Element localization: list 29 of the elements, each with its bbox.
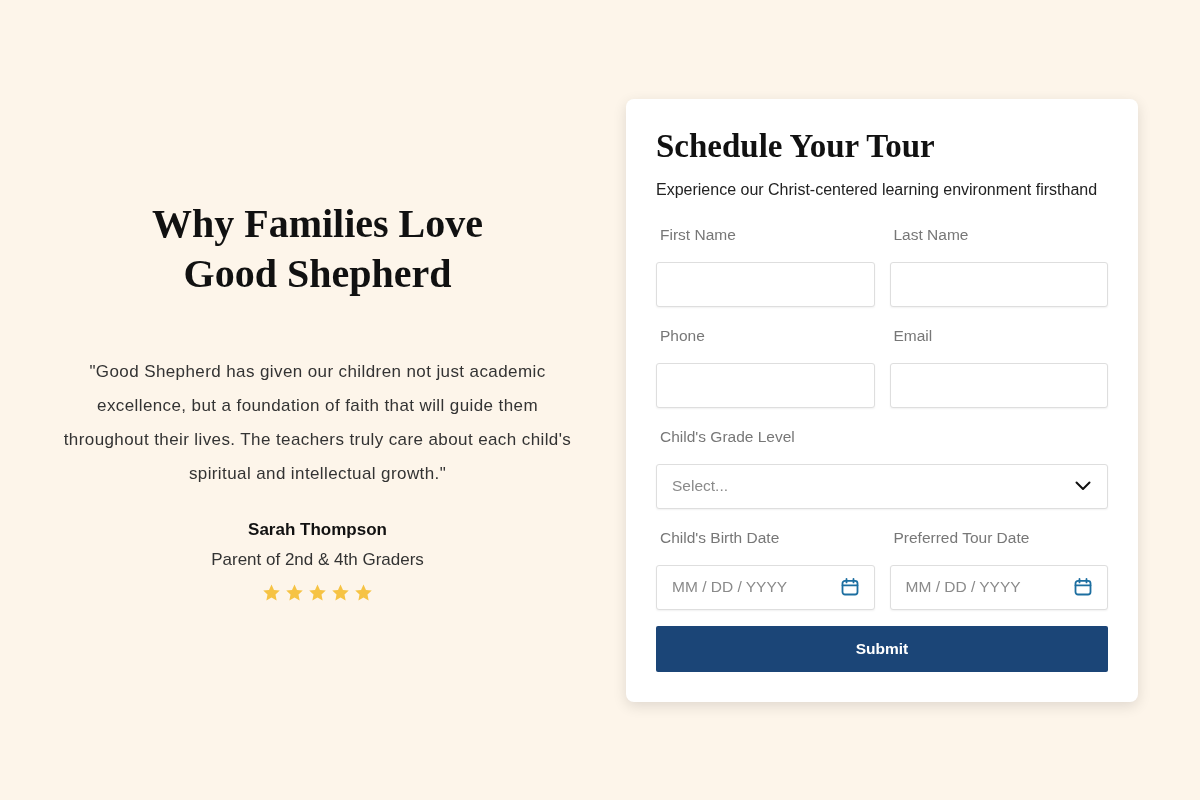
field-label: Child's Birth Date: [659, 527, 780, 548]
field-label: Child's Grade Level: [659, 426, 795, 447]
field-label: Email: [892, 325, 933, 346]
select-field[interactable]: Select...: [656, 463, 1108, 509]
form-subtitle: Experience our Christ-centered learning environment firsthand: [656, 179, 1099, 200]
field-label: Phone: [659, 325, 705, 346]
star-icon: [331, 582, 350, 602]
chevron-down-icon: [1075, 481, 1091, 491]
section-heading: Why Families Love Good Shepherd: [150, 199, 485, 298]
testimonial-quote: "Good Shepherd has given our children not just academic excellence, but a foundation of faith that will guide them throughout their lives. The teachers truly care about each child's spiritual and intellectual growth.": [62, 360, 573, 485]
calendar-icon: [1074, 578, 1092, 596]
star-icon: [285, 582, 304, 602]
date-field[interactable]: MM / DD / YYYY: [656, 564, 875, 610]
author-name: Sarah Thompson: [247, 518, 388, 541]
star-icon: [308, 582, 327, 602]
input-field[interactable]: [656, 362, 875, 408]
form-title: Schedule Your Tour: [656, 126, 936, 165]
date-field[interactable]: MM / DD / YYYY: [889, 564, 1108, 610]
star-icon: [354, 582, 373, 602]
field-label: Preferred Tour Date: [892, 527, 1030, 548]
calendar-icon: [840, 578, 859, 596]
input-field[interactable]: [889, 362, 1108, 408]
field-label: Last Name: [892, 224, 969, 245]
submit-button[interactable]: Submit: [656, 625, 1108, 672]
author-role: Parent of 2nd & 4th Graders: [210, 548, 425, 571]
star-icon: [262, 582, 281, 602]
field-label: First Name: [659, 224, 736, 245]
input-field[interactable]: [889, 261, 1108, 307]
input-field[interactable]: [656, 261, 875, 307]
